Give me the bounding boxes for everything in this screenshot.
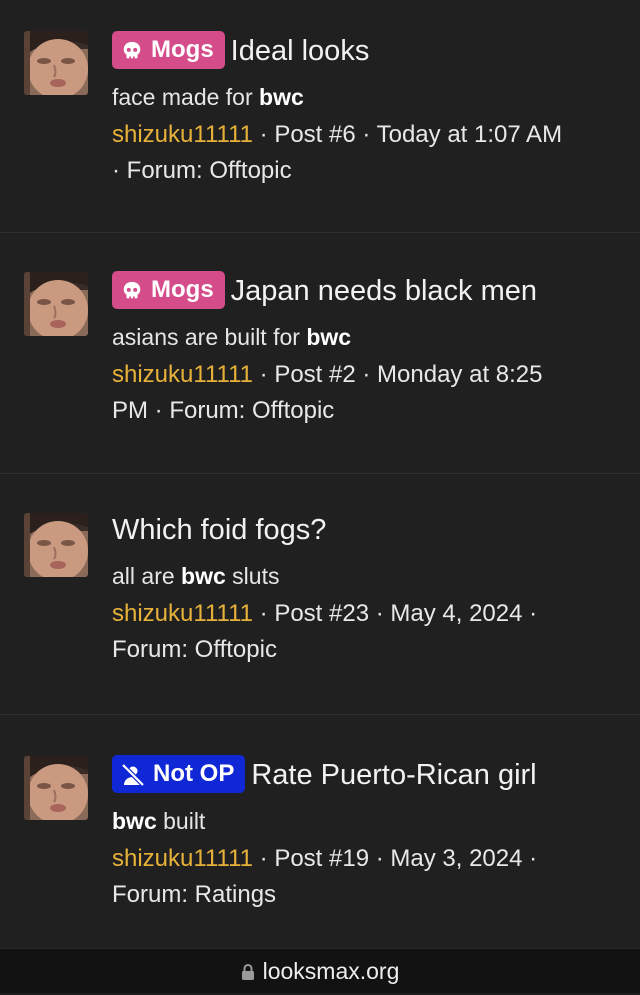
snippet-text: asians are built for: [112, 324, 307, 350]
badge-label: Not OP: [153, 760, 235, 787]
post-meta: shizuku11111 · Post #6 · Today at 1:07 A…: [112, 117, 620, 189]
meta-forum[interactable]: Forum: Offtopic: [112, 636, 277, 663]
thread-title-line[interactable]: Which foid fogs?: [112, 512, 620, 548]
skull-icon: [121, 276, 143, 314]
thread-title[interactable]: Japan needs black men: [231, 275, 537, 307]
post-snippet: asians are built for bwc: [112, 322, 620, 352]
post-snippet: all are bwc sluts: [112, 561, 620, 591]
skull-icon: [121, 36, 143, 74]
avatar[interactable]: [24, 272, 88, 336]
list-item[interactable]: Mogs Ideal looks face made for bwc shizuk…: [0, 0, 640, 233]
badge-label: Mogs: [151, 36, 214, 63]
search-results-list: Mogs Ideal looks face made for bwc shizuk…: [0, 0, 640, 948]
thread-title-line[interactable]: Mogs Japan needs black men: [112, 271, 620, 309]
list-item[interactable]: Mogs Japan needs black men asians are bui…: [0, 233, 640, 474]
lock-icon: [241, 951, 255, 995]
no-user-icon: [121, 760, 145, 798]
thread-title-line[interactable]: Mogs Ideal looks: [112, 31, 620, 69]
author-link[interactable]: shizuku11111: [112, 600, 253, 627]
meta-details: · Post #23 · May 4, 2024 ·: [253, 600, 538, 627]
thread-title[interactable]: Rate Puerto-Rican girl: [251, 759, 536, 791]
prefix-badge: Not OP: [112, 755, 246, 793]
avatar[interactable]: [24, 31, 88, 95]
meta-details: · Post #19 · May 3, 2024 ·: [253, 845, 538, 872]
snippet-text: all are: [112, 563, 182, 589]
badge-label: Mogs: [151, 276, 214, 303]
author-link[interactable]: shizuku11111: [112, 845, 253, 872]
snippet-text: built: [156, 808, 206, 834]
meta-forum[interactable]: · Forum: Offtopic: [112, 157, 292, 184]
snippet-text: face made for: [112, 84, 260, 110]
author-link[interactable]: shizuku11111: [112, 361, 253, 388]
meta-forum[interactable]: Forum: Ratings: [112, 881, 276, 908]
meta-forum[interactable]: PM · Forum: Offtopic: [112, 397, 334, 424]
browser-url-bar[interactable]: looksmax.org: [0, 948, 640, 993]
snippet-text: sluts: [225, 563, 280, 589]
snippet-highlight: bwc: [181, 563, 226, 589]
author-link[interactable]: shizuku11111: [112, 121, 253, 148]
post-meta: shizuku11111 · Post #19 · May 3, 2024 · …: [112, 841, 620, 913]
post-meta: shizuku11111 · Post #2 · Monday at 8:25 …: [112, 357, 620, 429]
url-text[interactable]: looksmax.org: [263, 958, 400, 984]
post-meta: shizuku11111 · Post #23 · May 4, 2024 · …: [112, 596, 620, 668]
thread-title-line[interactable]: Not OP Rate Puerto-Rican girl: [112, 755, 620, 793]
prefix-badge: Mogs: [112, 271, 225, 309]
snippet-highlight: bwc: [259, 84, 304, 110]
list-item[interactable]: Which foid fogs? all are bwc sluts shizu…: [0, 474, 640, 715]
meta-details: · Post #6 · Today at 1:07 AM: [253, 121, 563, 148]
thread-title[interactable]: Which foid fogs?: [112, 514, 326, 546]
snippet-highlight: bwc: [112, 808, 157, 834]
list-item[interactable]: Not OP Rate Puerto-Rican girl bwc built s…: [0, 715, 640, 948]
meta-details: · Post #2 · Monday at 8:25: [253, 361, 543, 388]
avatar[interactable]: [24, 513, 88, 577]
prefix-badge: Mogs: [112, 31, 225, 69]
thread-title[interactable]: Ideal looks: [231, 35, 370, 67]
snippet-highlight: bwc: [306, 324, 352, 350]
post-snippet: face made for bwc: [112, 82, 620, 112]
post-snippet: bwc built: [112, 806, 620, 836]
avatar[interactable]: [24, 756, 88, 820]
